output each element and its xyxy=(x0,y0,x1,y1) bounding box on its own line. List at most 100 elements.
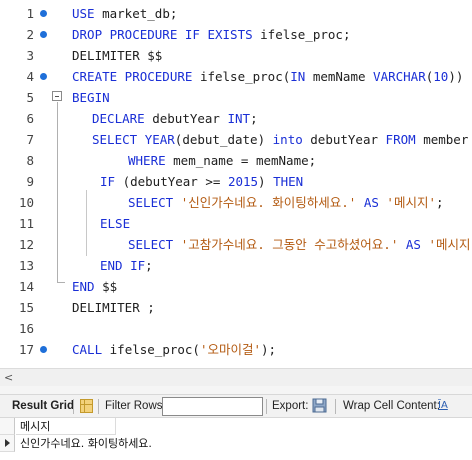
code-line[interactable]: 6 DECLARE debutYear INT; xyxy=(0,108,472,129)
code-line[interactable]: 16 xyxy=(0,318,472,339)
fold-collapse-icon[interactable] xyxy=(52,91,62,101)
grid-view-icon[interactable] xyxy=(80,399,93,413)
code-text[interactable]: DELIMITER ; xyxy=(72,297,155,318)
code-token: '오마이걸' xyxy=(199,342,262,357)
code-text[interactable]: END $$ xyxy=(72,276,117,297)
code-line[interactable]: 4 CREATE PROCEDURE ifelse_proc(IN memName… xyxy=(0,66,472,87)
wrap-cell-content-icon[interactable]: ĪA xyxy=(438,398,452,414)
code-token: 2015 xyxy=(227,174,259,189)
code-text[interactable]: CALL ifelse_proc('오마이걸'); xyxy=(72,339,276,360)
code-line[interactable]: 3 DELIMITER $$ xyxy=(0,45,472,66)
line-number: 9 xyxy=(26,174,34,189)
code-text[interactable]: IF (debutYear >= 2015) THEN xyxy=(100,171,303,192)
code-line[interactable]: 9 IF (debutYear >= 2015) THEN xyxy=(0,171,472,192)
code-line[interactable]: 11 ELSE xyxy=(0,213,472,234)
toolbar-separator xyxy=(335,399,336,414)
grid-cell-message[interactable]: 신인가수네요. 화이팅하세요. xyxy=(16,435,152,452)
toolbar-separator xyxy=(73,399,74,414)
code-text[interactable]: DECLARE debutYear INT; xyxy=(92,108,258,129)
toolbar-separator xyxy=(266,399,267,414)
table-row[interactable]: 신인가수네요. 화이팅하세요. xyxy=(0,435,472,452)
code-token: 10 xyxy=(433,69,449,84)
code-token: WHERE xyxy=(128,153,174,168)
line-number: 4 xyxy=(26,69,34,84)
code-token: debutYear xyxy=(152,111,228,126)
code-text[interactable]: SELECT YEAR(debut_date) into debutYear F… xyxy=(92,129,468,150)
code-token: FROM xyxy=(385,132,424,147)
result-grid[interactable]: 메시지 신인가수네요. 화이팅하세요. xyxy=(0,418,472,460)
code-token: ; xyxy=(145,258,153,273)
code-token: ) xyxy=(258,174,274,189)
code-line[interactable]: 17 CALL ifelse_proc('오마이걸'); xyxy=(0,339,472,360)
statement-marker-icon[interactable] xyxy=(40,346,47,353)
line-number: 17 xyxy=(18,342,34,357)
column-header-message[interactable]: 메시지 xyxy=(16,418,116,435)
code-token: CREATE PROCEDURE xyxy=(72,69,200,84)
line-number: 15 xyxy=(18,300,34,315)
code-token: into xyxy=(272,132,311,147)
code-line[interactable]: 2 DROP PROCEDURE IF EXISTS ifelse_proc; xyxy=(0,24,472,45)
code-token: '고참가수네요. 그동안 수고하셨어요.' xyxy=(180,237,406,252)
code-text[interactable]: SELECT '고참가수네요. 그동안 수고하셨어요.' AS '메시지'; xyxy=(128,234,472,255)
scroll-left-arrow-icon[interactable]: < xyxy=(4,371,13,385)
code-token: DECLARE xyxy=(92,111,153,126)
code-token: IN xyxy=(290,69,313,84)
code-line[interactable]: 1 USE market_db; xyxy=(0,3,472,24)
sql-editor[interactable]: 1 USE market_db; 2 DROP PROCEDURE IF EXISTS… xyxy=(0,0,472,368)
code-line[interactable]: 15 DELIMITER ; xyxy=(0,297,472,318)
result-grid-tab[interactable]: Result Grid xyxy=(12,395,74,417)
code-token: END IF xyxy=(100,258,146,273)
code-text[interactable]: CREATE PROCEDURE ifelse_proc(IN memName … xyxy=(72,66,463,87)
filter-rows-label: Filter Rows: xyxy=(105,400,166,412)
code-text[interactable]: USE market_db; xyxy=(72,3,177,24)
code-token: INT xyxy=(227,111,251,126)
result-toolbar: Result Grid Filter Rows: Export: Wrap Ce… xyxy=(0,394,472,418)
code-text[interactable]: DELIMITER $$ xyxy=(72,45,162,66)
line-number: 11 xyxy=(18,216,34,231)
grid-header-row: 메시지 xyxy=(0,418,472,435)
code-line[interactable]: 10 SELECT '신인가수네요. 화이팅하세요.' AS '메시지'; xyxy=(0,192,472,213)
statement-marker-icon[interactable] xyxy=(40,10,47,17)
horizontal-scrollbar[interactable]: < xyxy=(0,368,472,386)
code-text[interactable]: END IF; xyxy=(100,255,153,276)
code-line[interactable]: 12 SELECT '고참가수네요. 그동안 수고하셨어요.' AS '메시지'; xyxy=(0,234,472,255)
code-line[interactable]: 13 END IF; xyxy=(0,255,472,276)
code-text[interactable]: WHERE mem_name = memName; xyxy=(128,150,316,171)
toolbar-separator xyxy=(98,399,99,414)
filter-rows-input[interactable] xyxy=(162,397,263,416)
export-icon[interactable] xyxy=(312,398,329,414)
code-token: USE xyxy=(72,6,103,21)
code-token: ifelse_proc; xyxy=(260,27,351,42)
code-token: CALL xyxy=(72,342,110,357)
line-number: 2 xyxy=(26,27,34,42)
line-number: 10 xyxy=(18,195,34,210)
code-text[interactable]: SELECT '신인가수네요. 화이팅하세요.' AS '메시지'; xyxy=(128,192,444,213)
line-number: 7 xyxy=(26,132,34,147)
code-token: ELSE xyxy=(100,216,131,231)
code-text[interactable]: ELSE xyxy=(100,213,130,234)
statement-marker-icon[interactable] xyxy=(40,31,47,38)
code-token: ; xyxy=(250,111,258,126)
code-text[interactable]: DROP PROCEDURE IF EXISTS ifelse_proc; xyxy=(72,24,350,45)
code-line[interactable]: 7 SELECT YEAR(debut_date) into debutYear … xyxy=(0,129,472,150)
row-marker[interactable] xyxy=(0,435,15,452)
code-token: SELECT xyxy=(92,132,145,147)
code-token: THEN xyxy=(273,174,304,189)
code-line[interactable]: 5 BEGIN xyxy=(0,87,472,108)
wrap-cell-content-label: Wrap Cell Content: xyxy=(343,400,440,412)
code-line[interactable]: 14 END $$ xyxy=(0,276,472,297)
line-number: 16 xyxy=(18,321,34,336)
current-row-arrow-icon xyxy=(5,439,10,447)
code-token: VARCHAR xyxy=(373,69,426,84)
code-token: '신인가수네요. 화이팅하세요.' xyxy=(180,195,364,210)
line-number: 13 xyxy=(18,258,34,273)
code-token: END xyxy=(72,279,103,294)
code-text[interactable]: BEGIN xyxy=(72,87,110,108)
code-token: )) xyxy=(448,69,464,84)
code-token: (debutYear >= xyxy=(122,174,228,189)
code-token: mem_name = memName; xyxy=(173,153,317,168)
statement-marker-icon[interactable] xyxy=(40,73,47,80)
line-number: 8 xyxy=(26,153,34,168)
code-line[interactable]: 8 WHERE mem_name = memName; xyxy=(0,150,472,171)
panel-divider[interactable] xyxy=(0,386,472,394)
